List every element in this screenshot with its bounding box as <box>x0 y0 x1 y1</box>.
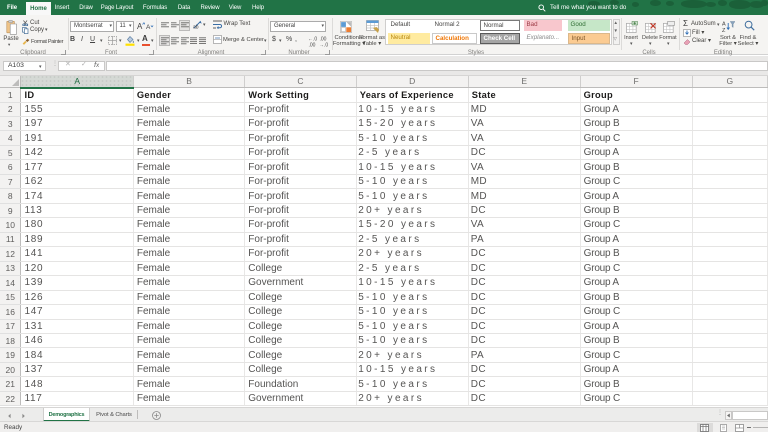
svg-text:ab: ab <box>193 25 199 30</box>
svg-text:A: A <box>146 24 151 30</box>
svg-text:Z: Z <box>722 28 726 33</box>
svg-text:A: A <box>137 22 143 30</box>
svg-text:A: A <box>722 21 726 27</box>
svg-text:→.0: →.0 <box>319 42 328 47</box>
svg-text:.00: .00 <box>308 42 315 47</box>
